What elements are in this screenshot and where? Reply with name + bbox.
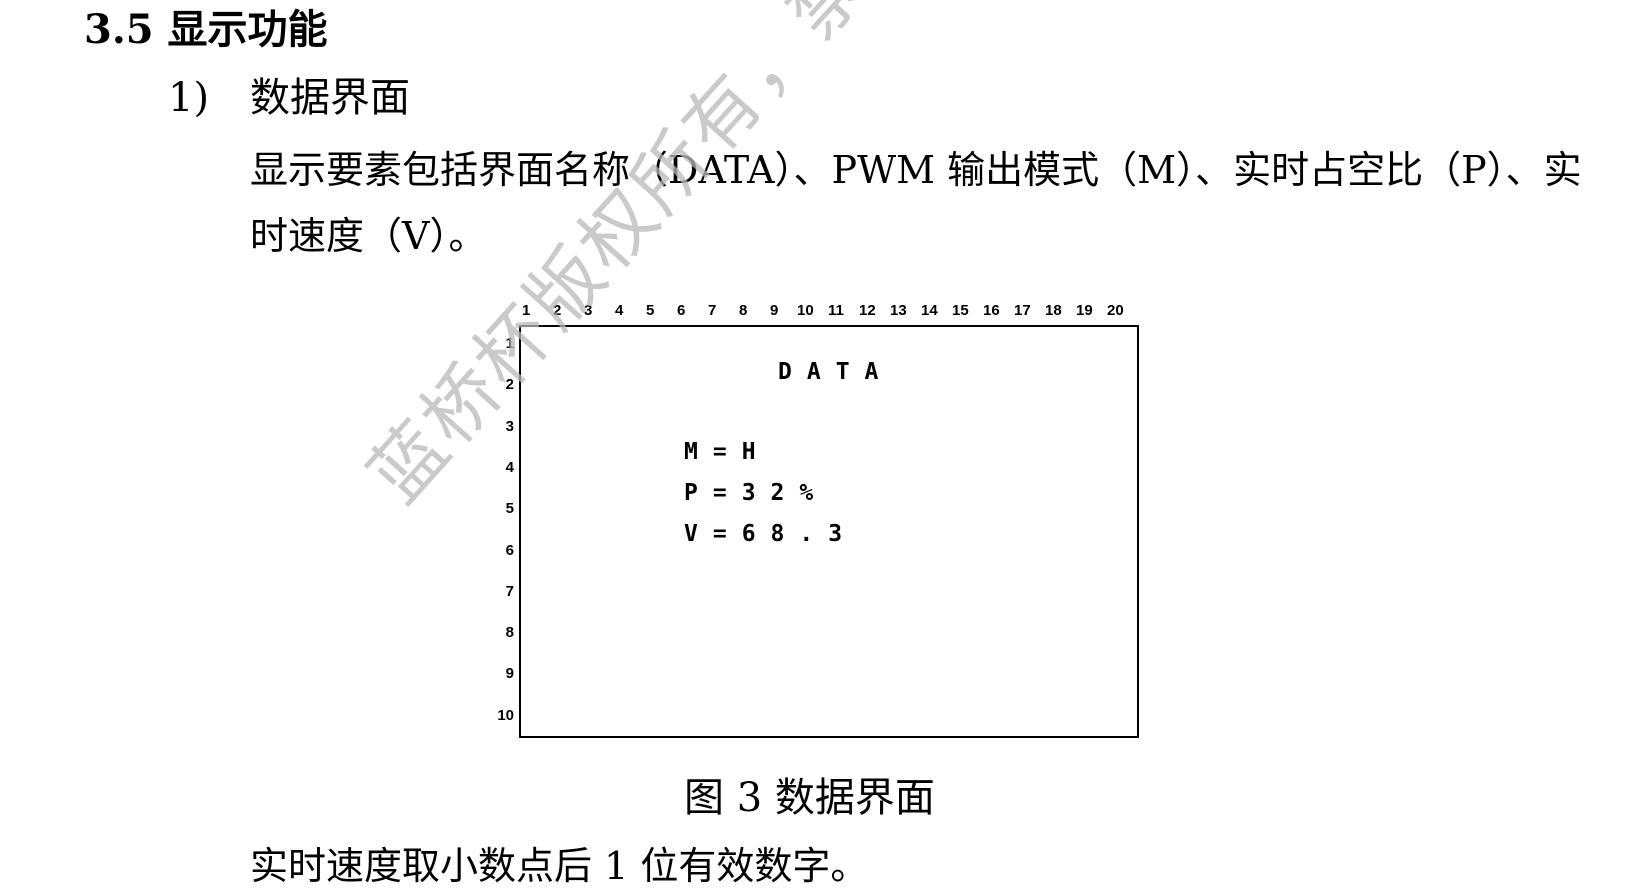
lcd-column-number: 4 xyxy=(615,302,624,319)
lcd-column-number: 5 xyxy=(646,302,655,319)
lcd-row-number: 9 xyxy=(505,665,514,683)
lcd-column-number: 15 xyxy=(952,302,969,319)
lcd-title: DATA xyxy=(778,359,894,385)
lcd-column-number: 8 xyxy=(739,302,748,319)
lcd-column-number: 17 xyxy=(1014,302,1031,319)
lcd-column-number: 18 xyxy=(1045,302,1062,319)
lcd-column-number: 12 xyxy=(859,302,876,319)
section-title: 3.5 显示功能 xyxy=(84,6,328,53)
lcd-row-number: 5 xyxy=(505,500,514,518)
lcd-column-number: 11 xyxy=(828,302,844,319)
lcd-row-number: 1 xyxy=(505,335,514,352)
lcd-row-numbers: 1 2 3 4 5 6 7 8 9 10 xyxy=(490,325,514,745)
lcd-screen: DATA M=H P=32% V=68.3 xyxy=(519,325,1139,738)
lcd-column-number: 14 xyxy=(921,302,938,319)
lcd-column-number: 6 xyxy=(677,302,686,319)
lcd-row-number: 4 xyxy=(505,458,514,476)
lcd-row-number: 6 xyxy=(505,541,514,559)
paragraph-line-1: 显示要素包括界面名称（DATA）、PWM 输出模式（M）、实时占空比（P）、实 xyxy=(250,148,1582,192)
lcd-column-number: 10 xyxy=(797,302,814,319)
lcd-row-number: 8 xyxy=(505,624,514,642)
lcd-column-number: 9 xyxy=(770,302,779,319)
lcd-column-number: 19 xyxy=(1076,302,1093,319)
figure-caption: 图 3 数据界面 xyxy=(684,775,935,821)
lcd-column-numbers: 1 2 3 4 5 6 7 8 9 10 11 12 13 14 15 16 17 18 19 20 xyxy=(520,302,1140,322)
paragraph-line-2: 时速度（V）。 xyxy=(250,214,487,258)
list-item-number: 1) xyxy=(168,75,210,121)
lcd-column-number: 16 xyxy=(983,302,1000,319)
lcd-row-number: 3 xyxy=(505,417,514,435)
lcd-duty-line: P=32% xyxy=(684,480,829,506)
lcd-mode-line: M=H xyxy=(684,439,771,465)
lcd-column-number: 7 xyxy=(708,302,717,319)
lcd-column-number: 1 xyxy=(522,302,531,319)
lcd-column-number: 20 xyxy=(1107,302,1124,319)
lcd-speed-line: V=68.3 xyxy=(684,521,858,547)
list-item-title: 数据界面 xyxy=(250,75,410,121)
paragraph-after: 实时速度取小数点后 1 位有效数字。 xyxy=(250,844,869,888)
lcd-row-number: 7 xyxy=(505,582,514,600)
lcd-row-number: 2 xyxy=(505,376,514,394)
lcd-row-number: 10 xyxy=(497,706,514,724)
lcd-column-number: 13 xyxy=(890,302,907,319)
list-item-heading: 1) 数据界面 xyxy=(168,70,410,126)
lcd-column-number: 2 xyxy=(553,302,562,319)
lcd-column-number: 3 xyxy=(584,302,593,319)
